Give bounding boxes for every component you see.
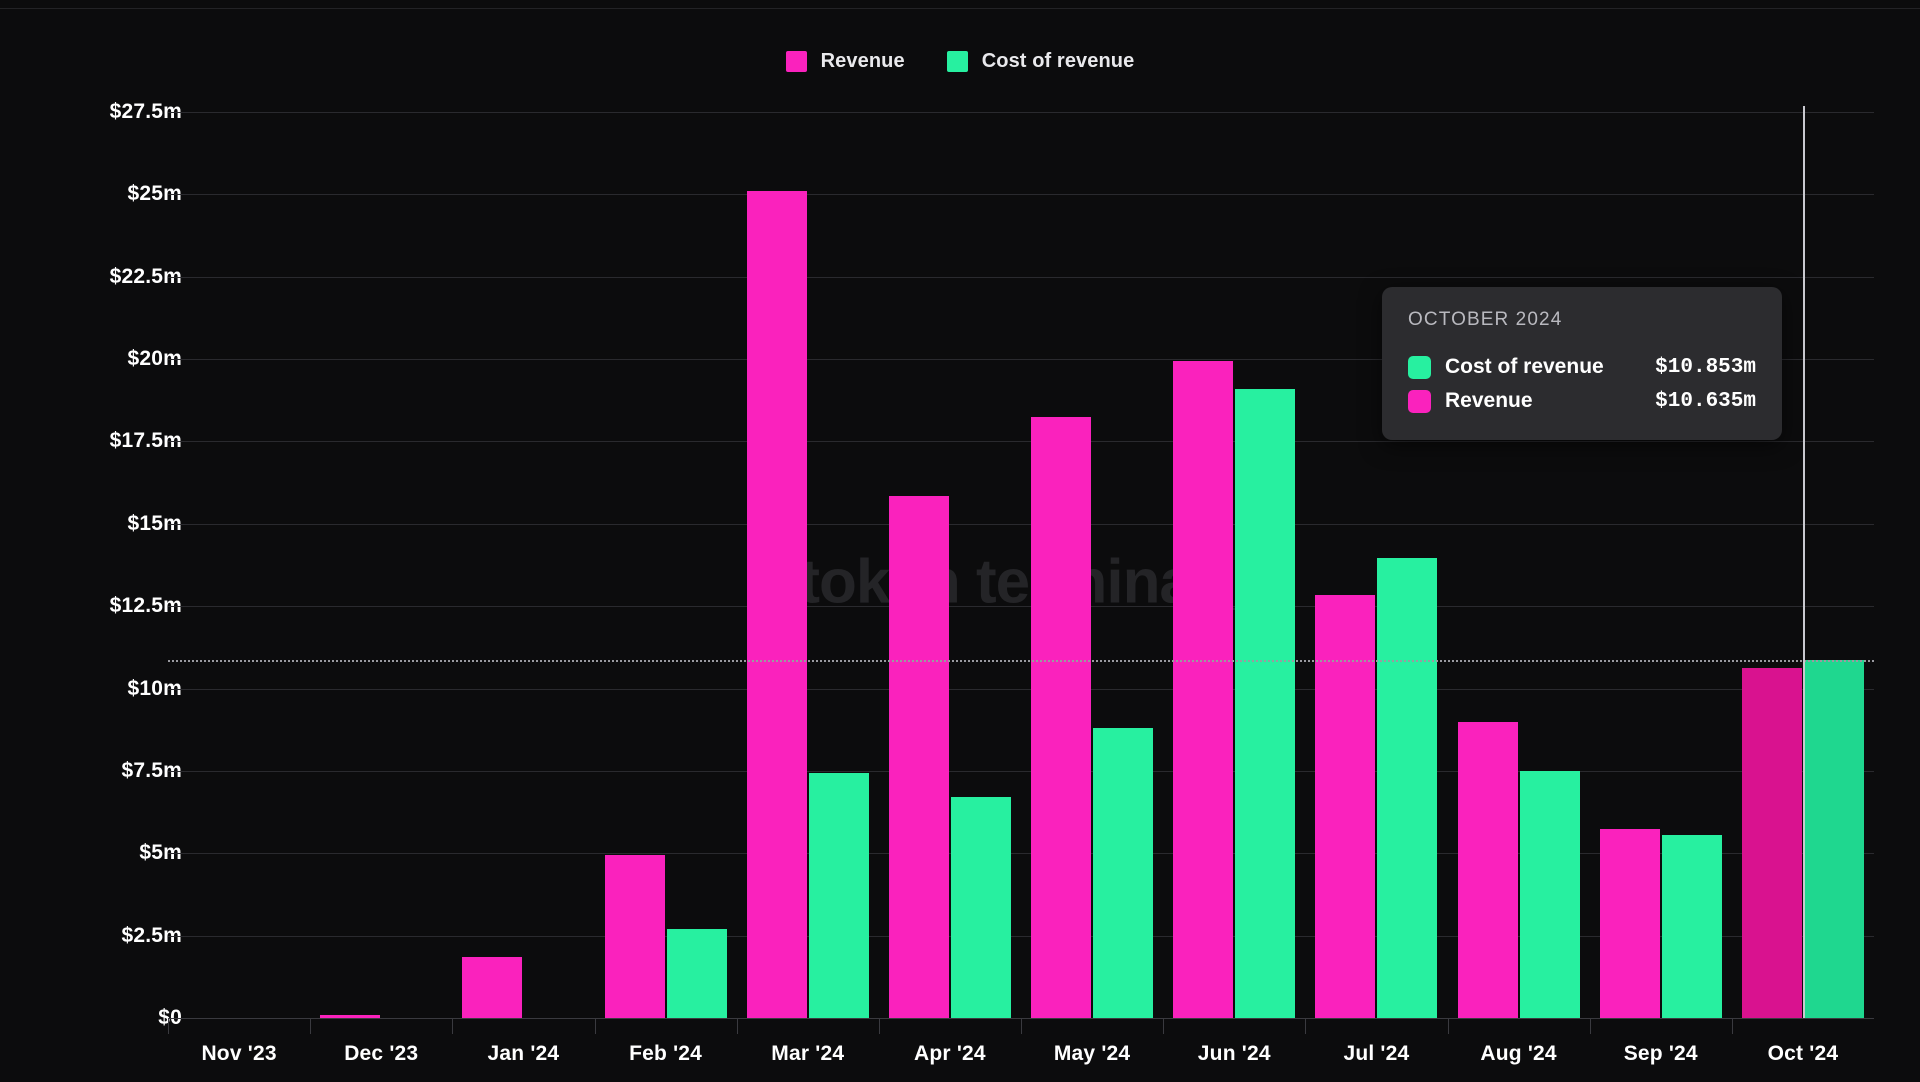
bar-cost-apr24[interactable]: [951, 797, 1011, 1018]
gridline: [168, 771, 1874, 772]
bar-cost-sep24[interactable]: [1662, 835, 1722, 1018]
bar-revenue-mar24[interactable]: [747, 191, 807, 1018]
x-axis-tick-mark: [595, 1018, 596, 1034]
x-axis-tick-mark: [1448, 1018, 1449, 1034]
bar-revenue-apr24[interactable]: [889, 496, 949, 1018]
legend-label-revenue: Revenue: [821, 50, 905, 73]
tooltip-value-revenue: $10.635m: [1655, 390, 1756, 413]
gridline: [168, 194, 1874, 195]
x-axis-tick-label: Jan '24: [488, 1042, 560, 1066]
tooltip-label-cost-of-revenue: Cost of revenue: [1445, 355, 1604, 379]
x-axis-tick-mark: [168, 1018, 169, 1034]
gridline: [168, 112, 1874, 113]
bar-revenue-oct24[interactable]: [1742, 668, 1802, 1018]
x-axis-tick-mark: [1163, 1018, 1164, 1034]
bar-revenue-jan24[interactable]: [462, 957, 522, 1018]
plot-area: token terminal_ Nov '23Dec '23Jan '24Feb…: [168, 112, 1874, 1018]
tooltip-row-revenue: Revenue $10.635m: [1408, 384, 1756, 418]
bar-revenue-aug24[interactable]: [1458, 722, 1518, 1019]
x-axis-tick-label: Oct '24: [1768, 1042, 1839, 1066]
x-axis-tick-mark: [1305, 1018, 1306, 1034]
chart-screenshot: Revenue Cost of revenue $0$2.5m$5m$7.5m$…: [0, 0, 1920, 1082]
gridline: [168, 277, 1874, 278]
tooltip-swatch-icon-cost-of-revenue: [1408, 356, 1431, 379]
x-axis-tick-mark: [1021, 1018, 1022, 1034]
x-axis-tick-label: Feb '24: [629, 1042, 702, 1066]
gridline: [168, 524, 1874, 525]
legend-label-cost-of-revenue: Cost of revenue: [982, 50, 1135, 73]
x-axis-tick-label: Dec '23: [344, 1042, 418, 1066]
tooltip-title: OCTOBER 2024: [1408, 309, 1756, 331]
bar-cost-may24[interactable]: [1093, 728, 1153, 1018]
x-axis-tick-mark: [1590, 1018, 1591, 1034]
hover-tooltip: OCTOBER 2024 Cost of revenue $10.853m Re…: [1382, 287, 1782, 440]
x-axis-tick-mark: [737, 1018, 738, 1034]
x-axis-tick-label: Aug '24: [1480, 1042, 1556, 1066]
x-axis-tick-mark: [452, 1018, 453, 1034]
x-axis-tick-mark: [310, 1018, 311, 1034]
bar-revenue-jul24[interactable]: [1315, 595, 1375, 1018]
legend-item-revenue[interactable]: Revenue: [786, 50, 905, 73]
x-axis-tick-label: Sep '24: [1624, 1042, 1698, 1066]
x-axis-tick-label: Mar '24: [771, 1042, 844, 1066]
tooltip-value-cost-of-revenue: $10.853m: [1655, 356, 1756, 379]
bar-revenue-feb24[interactable]: [605, 855, 665, 1018]
bar-revenue-dec23[interactable]: [320, 1015, 380, 1018]
reference-line: [168, 660, 1874, 662]
bar-cost-aug24[interactable]: [1520, 771, 1580, 1018]
bar-revenue-may24[interactable]: [1031, 417, 1091, 1018]
gridline: [168, 441, 1874, 442]
x-axis-tick-label: Apr '24: [914, 1042, 986, 1066]
bar-cost-oct24[interactable]: [1804, 660, 1864, 1018]
x-axis-tick-label: May '24: [1054, 1042, 1130, 1066]
bar-revenue-sep24[interactable]: [1600, 829, 1660, 1018]
bar-cost-jun24[interactable]: [1235, 389, 1295, 1018]
gridline: [168, 689, 1874, 690]
chart-legend: Revenue Cost of revenue: [0, 48, 1920, 74]
tooltip-swatch-icon-revenue: [1408, 390, 1431, 413]
x-axis-tick-label: Jul '24: [1343, 1042, 1409, 1066]
top-divider: [0, 8, 1920, 9]
bar-cost-mar24[interactable]: [809, 773, 869, 1018]
legend-swatch-icon-cost-of-revenue: [947, 51, 968, 72]
x-axis-tick-mark: [879, 1018, 880, 1034]
tooltip-label-revenue: Revenue: [1445, 389, 1533, 413]
x-axis-tick-label: Nov '23: [201, 1042, 276, 1066]
crosshair-line: [1803, 106, 1805, 1018]
legend-item-cost-of-revenue[interactable]: Cost of revenue: [947, 50, 1135, 73]
x-axis-tick-mark: [1732, 1018, 1733, 1034]
x-axis-tick-label: Jun '24: [1198, 1042, 1271, 1066]
tooltip-row-cost-of-revenue: Cost of revenue $10.853m: [1408, 350, 1756, 384]
bar-revenue-jun24[interactable]: [1173, 361, 1233, 1018]
bar-cost-jul24[interactable]: [1377, 558, 1437, 1018]
bar-cost-feb24[interactable]: [667, 929, 727, 1018]
legend-swatch-icon-revenue: [786, 51, 807, 72]
